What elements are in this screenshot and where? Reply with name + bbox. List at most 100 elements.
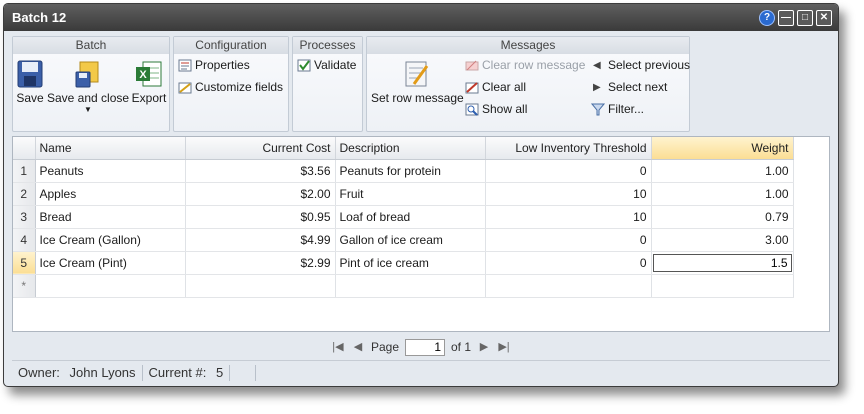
owner-status: Owner: John Lyons [12, 364, 143, 381]
page-label: Page [370, 340, 399, 354]
cell-weight-editing[interactable] [651, 251, 794, 275]
cell-weight[interactable] [651, 274, 794, 298]
export-label: Export [131, 91, 167, 105]
page-count-label: of 1 [451, 340, 472, 354]
clear-row-message-label: Clear row message [482, 58, 586, 72]
properties-label: Properties [195, 58, 250, 72]
first-page-icon[interactable]: |◀ [331, 340, 345, 354]
new-row-marker[interactable]: * [13, 274, 36, 298]
cell-name[interactable]: Apples [35, 182, 186, 206]
show-all-button[interactable]: Show all [465, 102, 527, 116]
validate-button[interactable]: Validate [297, 58, 356, 72]
batch-grid: Name Current Cost Description Low Invent… [12, 136, 830, 332]
clear-all-icon [465, 81, 479, 93]
table-row-current[interactable]: 5 Ice Cream (Pint) $2.99 Pint of ice cre… [13, 251, 829, 275]
row-number[interactable]: 1 [13, 159, 36, 183]
triangle-right-icon: ▶ [593, 81, 601, 93]
cell-weight[interactable]: 3.00 [651, 228, 794, 252]
row-number[interactable]: 5 [13, 251, 36, 275]
save-and-close-button[interactable]: Save and close ▼ [47, 60, 129, 115]
floppy-disk-icon [17, 60, 43, 88]
show-all-label: Show all [482, 102, 528, 116]
column-header-weight[interactable]: Weight [651, 137, 794, 160]
cell-description[interactable]: Loaf of bread [335, 205, 486, 229]
validate-label: Validate [314, 58, 357, 72]
cell-description[interactable]: Pint of ice cream [335, 251, 486, 275]
help-icon[interactable]: ? [759, 9, 775, 26]
select-previous-button[interactable]: ◀ Select previous [593, 58, 690, 72]
cell-threshold[interactable]: 0 [485, 159, 652, 183]
table-row[interactable]: 3 Bread $0.95 Loaf of bread 10 0.79 [13, 205, 829, 229]
eraser-icon [465, 60, 479, 70]
page-number-input[interactable] [405, 338, 445, 356]
filter-button[interactable]: Filter... [591, 102, 644, 116]
configuration-group-title: Configuration [174, 37, 288, 54]
current-number-status: Current #: 5 [143, 364, 231, 381]
next-page-icon[interactable]: ▶ [477, 340, 491, 354]
title-bar: Batch 12 ? — □ ✕ [4, 4, 838, 31]
cell-current-cost[interactable]: $2.00 [185, 182, 336, 206]
save-button[interactable]: Save [15, 60, 45, 105]
cell-filler [793, 205, 829, 228]
cell-threshold[interactable]: 10 [485, 205, 652, 229]
column-header-filler [793, 137, 829, 159]
cell-weight[interactable]: 0.79 [651, 205, 794, 229]
column-header-description[interactable]: Description [335, 137, 486, 160]
customize-fields-button[interactable]: Customize fields [178, 80, 283, 94]
cell-description[interactable]: Fruit [335, 182, 486, 206]
select-next-button[interactable]: ▶ Select next [593, 80, 667, 94]
row-number[interactable]: 4 [13, 228, 36, 252]
table-row[interactable]: 2 Apples $2.00 Fruit 10 1.00 [13, 182, 829, 206]
previous-page-icon[interactable]: ◀ [351, 340, 365, 354]
table-row[interactable]: 1 Peanuts $3.56 Peanuts for protein 0 1.… [13, 159, 829, 183]
cell-weight[interactable]: 1.00 [651, 182, 794, 206]
minimize-button[interactable]: — [778, 9, 794, 26]
cell-current-cost[interactable] [185, 274, 336, 298]
current-number-label: Current #: [148, 364, 207, 380]
clear-all-button[interactable]: Clear all [465, 80, 526, 94]
clear-row-message-button[interactable]: Clear row message [465, 58, 585, 72]
chevron-down-icon[interactable]: ▼ [47, 105, 129, 115]
cell-name[interactable]: Peanuts [35, 159, 186, 183]
close-button[interactable]: ✕ [816, 9, 832, 26]
processes-group: Processes Validate [292, 36, 363, 132]
cell-current-cost[interactable]: $0.95 [185, 205, 336, 229]
ribbon: Batch Save Save and close ▼ X Export Con… [12, 36, 690, 134]
row-number[interactable]: 3 [13, 205, 36, 229]
cell-name[interactable]: Bread [35, 205, 186, 229]
cell-threshold[interactable] [485, 274, 652, 298]
maximize-button[interactable]: □ [797, 9, 813, 26]
cell-description[interactable] [335, 274, 486, 298]
configuration-group: Configuration Properties Customize field… [173, 36, 289, 132]
cell-current-cost[interactable]: $3.56 [185, 159, 336, 183]
cell-description[interactable]: Peanuts for protein [335, 159, 486, 183]
table-row[interactable]: 4 Ice Cream (Gallon) $4.99 Gallon of ice… [13, 228, 829, 252]
new-row[interactable]: * [13, 274, 829, 298]
export-button[interactable]: X Export [131, 60, 167, 105]
processes-group-title: Processes [293, 37, 362, 54]
properties-icon [178, 59, 192, 71]
cell-threshold[interactable]: 10 [485, 182, 652, 206]
cell-name[interactable]: Ice Cream (Pint) [35, 251, 186, 275]
owner-value: John Lyons [69, 364, 136, 380]
column-header-low-inventory-threshold[interactable]: Low Inventory Threshold [485, 137, 652, 160]
cell-current-cost[interactable]: $4.99 [185, 228, 336, 252]
properties-button[interactable]: Properties [178, 58, 250, 72]
cell-threshold[interactable]: 0 [485, 228, 652, 252]
weight-edit-input[interactable] [652, 253, 792, 272]
select-next-label: Select next [608, 80, 668, 94]
customize-fields-label: Customize fields [195, 80, 284, 94]
column-header-current-cost[interactable]: Current Cost [185, 137, 336, 160]
set-row-message-button[interactable]: Set row message [371, 60, 464, 105]
row-number[interactable]: 2 [13, 182, 36, 206]
cell-name[interactable]: Ice Cream (Gallon) [35, 228, 186, 252]
cell-current-cost[interactable]: $2.99 [185, 251, 336, 275]
cell-weight[interactable]: 1.00 [651, 159, 794, 183]
cell-name[interactable] [35, 274, 186, 298]
row-header-corner [13, 137, 36, 160]
cell-description[interactable]: Gallon of ice cream [335, 228, 486, 252]
owner-label: Owner: [18, 364, 60, 380]
last-page-icon[interactable]: ▶| [497, 340, 511, 354]
column-header-name[interactable]: Name [35, 137, 186, 160]
cell-threshold[interactable]: 0 [485, 251, 652, 275]
